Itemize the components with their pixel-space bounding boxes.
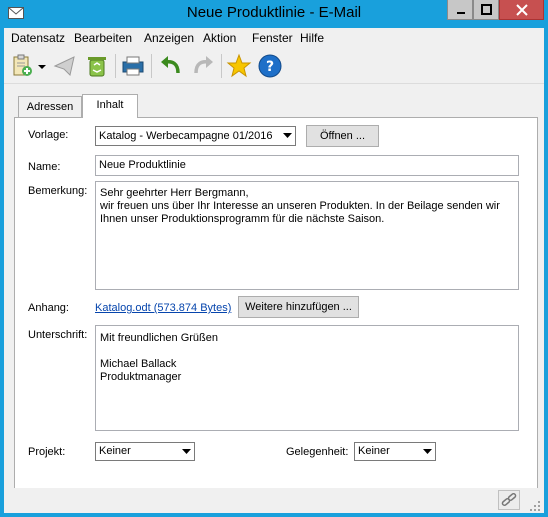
- send-icon[interactable]: [52, 53, 78, 79]
- bemerkung-line: wir freuen uns über Ihr Interesse an uns…: [100, 200, 500, 212]
- name-label: Name:: [28, 161, 61, 173]
- unterschrift-line: Produktmanager: [100, 371, 182, 383]
- menu-anzeigen[interactable]: Anzeigen: [144, 31, 194, 45]
- toolbar-separator: [151, 54, 152, 78]
- attachment-link[interactable]: Katalog.odt (573.874 Bytes): [95, 302, 231, 314]
- svg-text:?: ?: [266, 59, 274, 75]
- bemerkung-label: Bemerkung:: [28, 185, 88, 197]
- unterschrift-line: Michael Ballack: [100, 358, 177, 370]
- toolbar-separator: [115, 54, 116, 78]
- dropdown-arrow-icon[interactable]: [36, 53, 48, 79]
- link-icon[interactable]: [498, 490, 520, 510]
- projekt-select[interactable]: Keiner: [95, 442, 195, 461]
- minimize-button[interactable]: [447, 0, 473, 20]
- menu-aktion[interactable]: Aktion: [203, 31, 236, 45]
- favorite-star-icon[interactable]: [226, 53, 252, 79]
- weitere-hinzufuegen-button[interactable]: Weitere hinzufügen ...: [238, 296, 359, 318]
- menu-fenster[interactable]: Fenster: [252, 31, 293, 45]
- unterschrift-line: [100, 345, 218, 358]
- menu-bearbeiten[interactable]: Bearbeiten: [74, 31, 132, 45]
- bemerkung-line: Ihnen unser Produktionsprogramm für die …: [100, 213, 385, 225]
- bemerkung-line: Sehr geehrter Herr Bergmann,: [100, 187, 249, 199]
- gelegenheit-select[interactable]: Keiner: [354, 442, 436, 461]
- content-panel: Vorlage: Katalog - Werbecampagne 01/2016…: [14, 117, 538, 495]
- vorlage-value: Katalog - Werbecampagne 01/2016: [99, 130, 273, 142]
- unterschrift-textarea[interactable]: Mit freundlichen Grüßen Michael Ballack …: [95, 325, 519, 431]
- chevron-down-icon[interactable]: [177, 443, 194, 460]
- toolbar-separator: [221, 54, 222, 78]
- projekt-value: Keiner: [99, 445, 131, 457]
- gelegenheit-label: Gelegenheit:: [286, 446, 349, 458]
- name-value: Neue Produktlinie: [99, 159, 186, 171]
- title-bar[interactable]: Neue Produktlinie - E-Mail: [0, 0, 548, 28]
- vorlage-label: Vorlage:: [28, 129, 69, 141]
- menu-hilfe[interactable]: Hilfe: [300, 31, 324, 45]
- menu-datensatz[interactable]: Datensatz: [11, 31, 65, 45]
- name-field[interactable]: Neue Produktlinie: [95, 155, 519, 176]
- maximize-button[interactable]: [473, 0, 499, 20]
- bemerkung-textarea[interactable]: Sehr geehrter Herr Bergmann, wir freuen …: [95, 181, 519, 290]
- chevron-down-icon[interactable]: [418, 443, 435, 460]
- resize-grip-icon[interactable]: [529, 500, 541, 512]
- help-icon[interactable]: ?: [257, 53, 283, 79]
- anhang-label: Anhang:: [28, 302, 69, 314]
- toolbar: ?: [4, 48, 544, 84]
- status-bar: [4, 488, 544, 513]
- gelegenheit-value: Keiner: [358, 445, 390, 457]
- tab-adressen[interactable]: Adressen: [18, 96, 82, 117]
- new-document-icon[interactable]: [10, 53, 36, 79]
- email-window: Neue Produktlinie - E-Mail Datensatz Bea…: [0, 0, 548, 517]
- vorlage-select[interactable]: Katalog - Werbecampagne 01/2016: [95, 126, 296, 146]
- recycle-bin-icon[interactable]: [84, 53, 110, 79]
- menu-bar: Datensatz Bearbeiten Anzeigen Aktion Fen…: [4, 28, 544, 48]
- tab-inhalt[interactable]: Inhalt: [82, 94, 138, 118]
- redo-icon[interactable]: [190, 53, 216, 79]
- print-icon[interactable]: [120, 53, 146, 79]
- close-button[interactable]: [499, 0, 544, 20]
- unterschrift-line: Mit freundlichen Grüßen: [100, 332, 218, 344]
- chevron-down-icon[interactable]: [278, 127, 295, 145]
- projekt-label: Projekt:: [28, 446, 66, 458]
- undo-icon[interactable]: [158, 53, 184, 79]
- client-area: Datensatz Bearbeiten Anzeigen Aktion Fen…: [4, 28, 544, 513]
- unterschrift-label: Unterschrift:: [28, 329, 88, 341]
- oeffnen-button[interactable]: Öffnen ...: [306, 125, 379, 147]
